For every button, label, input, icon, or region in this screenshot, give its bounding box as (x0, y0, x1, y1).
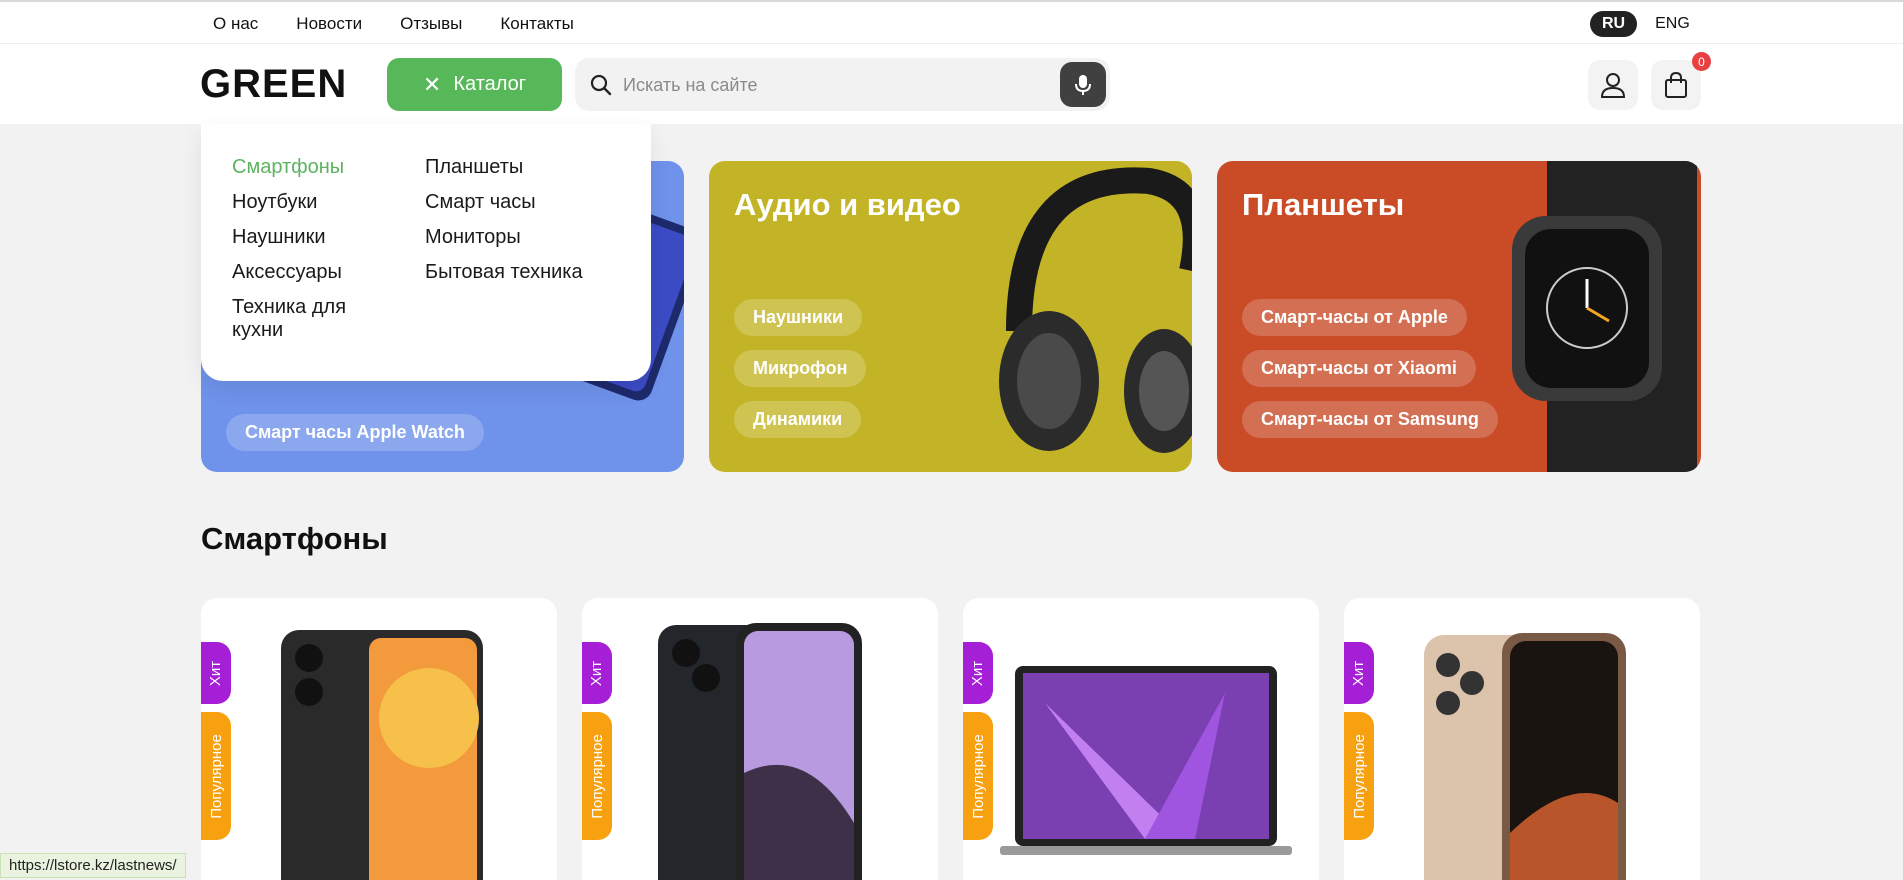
chip-speakers[interactable]: Динамики (734, 401, 862, 438)
popular-tag: Популярное (201, 712, 231, 840)
close-icon: ✕ (422, 71, 442, 97)
banner-title: Планшеты (1242, 187, 1405, 222)
popular-tag: Популярное (582, 712, 612, 840)
section-title: Смартфоны (201, 521, 388, 556)
catalog-item-monitors[interactable]: Мониторы (425, 226, 645, 249)
site-logo[interactable]: GREEN (200, 62, 347, 107)
catalog-item-appliances[interactable]: Бытовая техника (425, 261, 645, 284)
top-nav: О нас Новости Отзывы Контакты (213, 14, 574, 34)
laptop-image-icon (1000, 666, 1292, 855)
browser-status-url: https://lstore.kz/lastnews/ (0, 853, 186, 878)
catalog-item-smartphones[interactable]: Смартфоны (232, 156, 382, 179)
nav-link-reviews[interactable]: Отзывы (400, 14, 462, 34)
search-input[interactable] (623, 70, 1023, 100)
hit-tag: Хит (582, 642, 612, 704)
smartphone-image-icon (1424, 633, 1626, 880)
catalog-button-label: Каталог (453, 73, 527, 95)
user-icon (1600, 73, 1626, 98)
catalog-item-headphones[interactable]: Наушники (232, 226, 382, 249)
catalog-column-1: Смартфоны Ноутбуки Наушники Аксессуары Т… (232, 156, 382, 342)
chip-samsung-watches[interactable]: Смарт-часы от Samsung (1242, 401, 1498, 438)
shopping-bag-icon (1665, 71, 1687, 98)
language-switcher: RU ENG (1590, 11, 1690, 37)
nav-link-about[interactable]: О нас (213, 14, 258, 34)
cart-count-badge: 0 (1692, 52, 1711, 71)
search-bar (575, 58, 1110, 111)
chip-headphones[interactable]: Наушники (734, 299, 863, 336)
microphone-icon (1075, 74, 1091, 95)
banner-title: Аудио и видео (734, 187, 961, 222)
account-button[interactable] (1588, 60, 1638, 110)
banner-tablets[interactable]: Планшеты Смарт-часы от Apple Смарт-часы … (1217, 161, 1701, 472)
lang-eng-button[interactable]: ENG (1655, 15, 1690, 33)
lang-ru-button[interactable]: RU (1590, 11, 1638, 37)
catalog-button[interactable]: ✕ Каталог (387, 58, 562, 111)
nav-link-contacts[interactable]: Контакты (500, 14, 573, 34)
catalog-item-tablets[interactable]: Планшеты (425, 156, 645, 179)
banner-chip-list: Смарт часы Apple Watch (226, 414, 484, 451)
hit-tag: Хит (201, 642, 231, 704)
banner-audio-video[interactable]: Аудио и видео Наушники Микрофон Динамики (709, 161, 1192, 472)
catalog-column-2: Планшеты Смарт часы Мониторы Бытовая тех… (425, 156, 645, 284)
smartphone-image-icon (658, 623, 862, 880)
chip-xiaomi-watches[interactable]: Смарт-часы от Xiaomi (1242, 350, 1476, 387)
smartwatch-icon (1512, 161, 1697, 472)
smartphone-image-icon (281, 630, 483, 880)
catalog-item-smartwatches[interactable]: Смарт часы (425, 191, 645, 214)
popular-tag: Популярное (1344, 712, 1374, 840)
product-card[interactable]: Хит Популярное (1344, 598, 1700, 880)
product-card[interactable]: Хит Популярное (582, 598, 938, 880)
nav-link-news[interactable]: Новости (296, 14, 362, 34)
catalog-item-kitchen[interactable]: Техника для кухни (232, 296, 382, 342)
product-card[interactable]: Хит Популярное (963, 598, 1319, 880)
catalog-dropdown: Смартфоны Ноутбуки Наушники Аксессуары Т… (201, 124, 651, 381)
hit-tag: Хит (1344, 642, 1374, 704)
chip-microphone[interactable]: Микрофон (734, 350, 867, 387)
headphones-icon (999, 167, 1192, 453)
chip-apple-watches[interactable]: Смарт-часы от Apple (1242, 299, 1467, 336)
catalog-item-laptops[interactable]: Ноутбуки (232, 191, 382, 214)
search-icon (590, 74, 612, 96)
voice-search-button[interactable] (1060, 62, 1106, 107)
main-header: GREEN ✕ Каталог (0, 44, 1903, 124)
catalog-item-accessories[interactable]: Аксессуары (232, 261, 382, 284)
chip-apple-watch[interactable]: Смарт часы Apple Watch (226, 414, 484, 451)
product-card[interactable]: Хит Популярное (201, 598, 557, 880)
banner-chip-list: Наушники Микрофон Динамики (734, 299, 867, 438)
banner-chip-list: Смарт-часы от Apple Смарт-часы от Xiaomi… (1242, 299, 1498, 438)
top-bar: О нас Новости Отзывы Контакты RU ENG (0, 0, 1903, 44)
